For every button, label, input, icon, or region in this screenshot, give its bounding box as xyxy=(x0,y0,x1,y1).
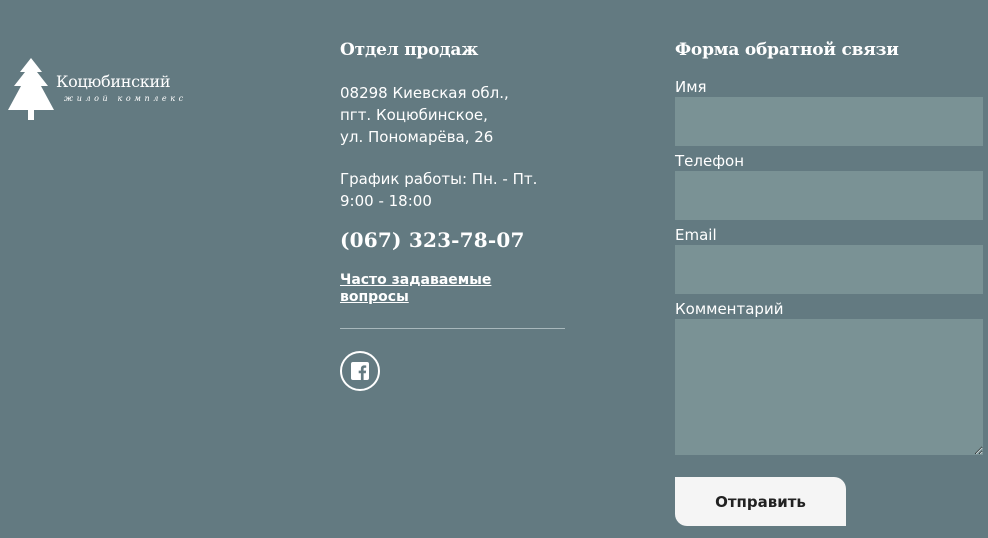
address-line: пгт. Коцюбинское, xyxy=(340,106,488,124)
divider xyxy=(340,328,565,329)
working-hours: График работы: Пн. - Пт. 9:00 - 18:00 xyxy=(340,168,565,212)
faq-link-line: Часто задаваемые xyxy=(340,272,492,288)
email-label: Email xyxy=(675,226,717,244)
address-line: 08298 Киевская обл., xyxy=(340,84,509,102)
feedback-form: Форма обратной связи Имя Телефон Email К… xyxy=(675,40,983,526)
comment-textarea[interactable] xyxy=(675,319,983,455)
email-input[interactable] xyxy=(675,245,983,294)
sales-section: Отдел продаж 08298 Киевская обл., пгт. К… xyxy=(340,40,565,391)
form-heading: Форма обратной связи xyxy=(675,40,899,60)
tree-icon xyxy=(8,58,54,120)
logo-subtitle: жилой комплекс xyxy=(64,94,187,103)
logo-name: Коцюбинский xyxy=(56,72,171,91)
comment-label: Комментарий xyxy=(675,300,784,318)
hours-line: 9:00 - 18:00 xyxy=(340,192,432,210)
sales-address: 08298 Киевская обл., пгт. Коцюбинское, у… xyxy=(340,82,565,148)
name-input[interactable] xyxy=(675,97,983,146)
faq-link[interactable]: Часто задаваемые вопросы xyxy=(340,272,565,306)
address-line: ул. Пономарёва, 26 xyxy=(340,128,494,146)
brand-logo[interactable]: Коцюбинский жилой комплекс xyxy=(6,58,226,122)
sales-heading: Отдел продаж xyxy=(340,40,479,60)
phone-input[interactable] xyxy=(675,171,983,220)
faq-link-line: вопросы xyxy=(340,289,409,305)
facebook-icon xyxy=(351,362,369,380)
hours-line: График работы: Пн. - Пт. xyxy=(340,170,538,188)
phone-number[interactable]: (067) 323-78-07 xyxy=(340,228,565,252)
facebook-button[interactable] xyxy=(340,351,380,391)
name-label: Имя xyxy=(675,78,707,96)
submit-button[interactable]: Отправить xyxy=(675,477,846,526)
phone-label: Телефон xyxy=(675,152,745,170)
